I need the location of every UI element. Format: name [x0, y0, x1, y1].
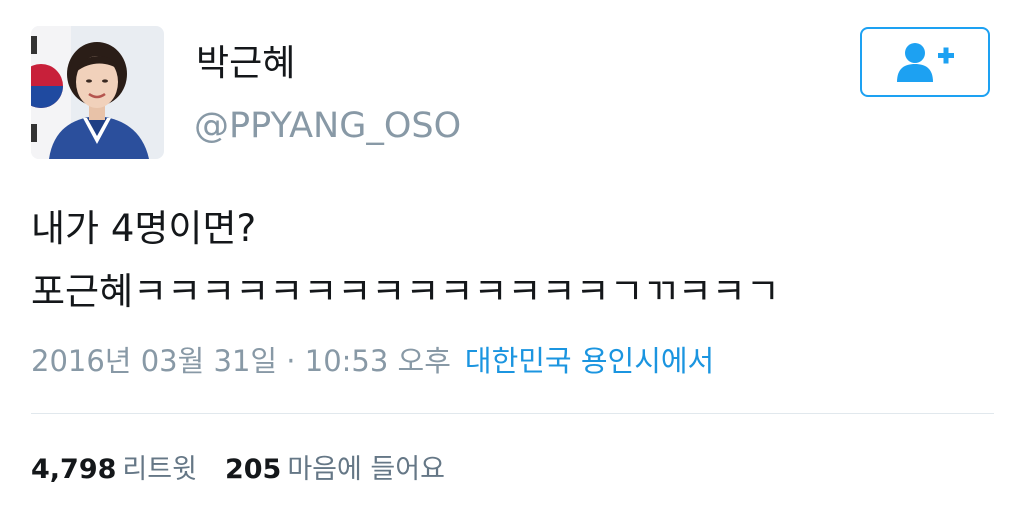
- timestamp: 2016년 03월 31일 · 10:53 오후: [31, 344, 451, 378]
- tweet-stats: 4,798 리트윗 205 마음에 들어요: [31, 452, 445, 488]
- tweet-detail: 박근혜 @PPYANG_OSO 내가 4명이면? 포근혜ㅋㅋㅋㅋㅋㅋㅋㅋㅋㅋㅋㅋ…: [0, 0, 1024, 508]
- tweet-text-line: 내가 4명이면?: [31, 207, 257, 250]
- display-name[interactable]: 박근혜: [196, 44, 295, 84]
- profile-photo: [31, 26, 164, 159]
- follow-button[interactable]: [860, 27, 990, 97]
- like-stat[interactable]: 205 마음에 들어요: [225, 454, 445, 485]
- divider: [31, 413, 994, 414]
- tweet-text: 내가 4명이면? 포근혜ㅋㅋㅋㅋㅋㅋㅋㅋㅋㅋㅋㅋㅋㅋㄱㄲㅋㅋㄱ: [31, 197, 991, 323]
- location-link[interactable]: 대한민국 용인시에서: [465, 344, 714, 378]
- tweet-meta: 2016년 03월 31일 · 10:53 오후 대한민국 용인시에서: [31, 343, 714, 379]
- tweet-text-line: 포근혜ㅋㅋㅋㅋㅋㅋㅋㅋㅋㅋㅋㅋㅋㅋㄱㄲㅋㅋㄱ: [31, 270, 780, 313]
- avatar[interactable]: [31, 26, 164, 159]
- retweet-stat[interactable]: 4,798 리트윗: [31, 454, 197, 485]
- like-count: 205: [224, 454, 282, 485]
- like-label: 마음에 들어요: [287, 454, 445, 485]
- retweet-label: 리트윗: [122, 454, 197, 485]
- user-handle[interactable]: @PPYANG_OSO: [194, 106, 461, 146]
- retweet-count: 4,798: [31, 454, 117, 485]
- add-user-icon: [897, 43, 954, 82]
